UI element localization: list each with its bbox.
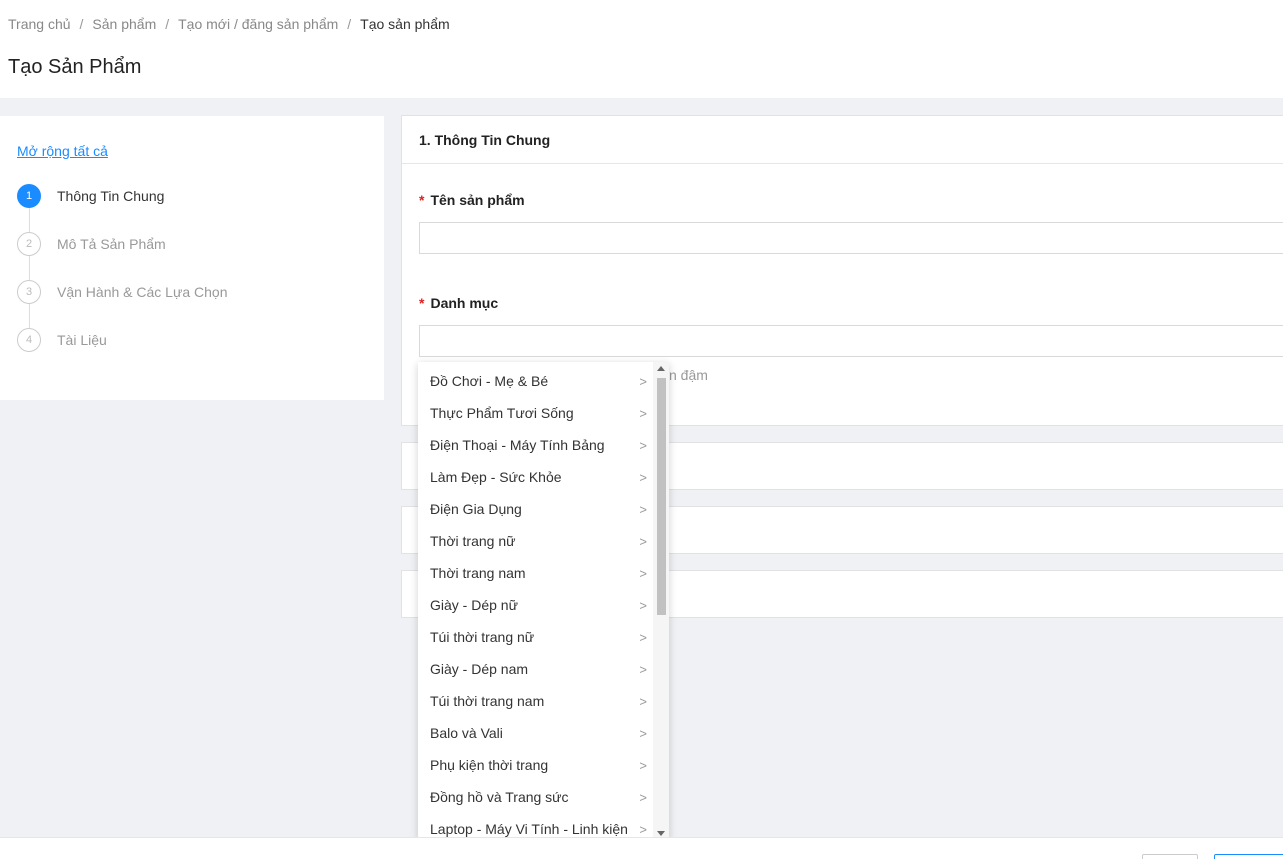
breadcrumb-separator: /	[347, 16, 352, 32]
required-mark: *	[419, 295, 425, 311]
category-input[interactable]	[419, 325, 1283, 357]
category-option[interactable]: Balo và Vali >	[418, 717, 653, 749]
chevron-right-icon: >	[639, 437, 647, 453]
footer-action-bar	[0, 837, 1283, 859]
step-label: Thông Tin Chung	[57, 188, 165, 204]
footer-primary-button[interactable]	[1214, 854, 1283, 859]
step-connector	[29, 256, 30, 280]
breadcrumb-separator: /	[165, 16, 170, 32]
category-option-label: Túi thời trang nam	[430, 693, 545, 709]
category-hint: n đậm	[669, 367, 708, 383]
chevron-right-icon: >	[639, 373, 647, 389]
category-option-label: Thực Phẩm Tươi Sống	[430, 405, 574, 421]
category-option[interactable]: Giày - Dép nam >	[418, 653, 653, 685]
category-option-label: Điện Gia Dụng	[430, 501, 522, 517]
breadcrumb-separator: /	[79, 16, 84, 32]
chevron-right-icon: >	[639, 629, 647, 645]
breadcrumb-home[interactable]: Trang chủ	[8, 16, 71, 32]
step-product-description[interactable]: 2 Mô Tả Sản Phẩm	[17, 232, 166, 256]
category-option[interactable]: Điện Thoại - Máy Tính Bảng >	[418, 429, 653, 461]
product-name-label: * Tên sản phẩm	[419, 192, 525, 208]
breadcrumb-products[interactable]: Sản phẩm	[92, 16, 156, 32]
category-option[interactable]: Thời trang nam >	[418, 557, 653, 589]
category-option[interactable]: Phụ kiện thời trang >	[418, 749, 653, 781]
category-option-label: Balo và Vali	[430, 725, 503, 741]
step-number-4: 4	[17, 328, 41, 352]
category-option[interactable]: Đồ Chơi - Mẹ & Bé >	[418, 365, 653, 397]
category-option[interactable]: Laptop - Máy Vi Tính - Linh kiện >	[418, 813, 653, 840]
chevron-right-icon: >	[639, 597, 647, 613]
scroll-down-arrow-icon[interactable]	[657, 831, 665, 836]
chevron-right-icon: >	[639, 789, 647, 805]
category-option-label: Thời trang nam	[430, 565, 526, 581]
scroll-up-arrow-icon[interactable]	[657, 366, 665, 371]
category-label-text: Danh mục	[430, 295, 499, 311]
chevron-right-icon: >	[639, 757, 647, 773]
dropdown-scrollbar[interactable]	[653, 362, 669, 840]
category-option[interactable]: Thực Phẩm Tươi Sống >	[418, 397, 653, 429]
category-option-label: Đồ Chơi - Mẹ & Bé	[430, 373, 549, 389]
step-number-1: 1	[17, 184, 41, 208]
category-option[interactable]: Túi thời trang nữ >	[418, 621, 653, 653]
category-option-label: Túi thời trang nữ	[430, 629, 535, 645]
chevron-right-icon: >	[639, 661, 647, 677]
chevron-right-icon: >	[639, 469, 647, 485]
expand-all-link[interactable]: Mở rộng tất cả	[17, 143, 108, 159]
chevron-right-icon: >	[639, 725, 647, 741]
scroll-thumb[interactable]	[657, 378, 666, 615]
step-connector	[29, 208, 30, 232]
step-label: Tài Liệu	[57, 332, 107, 348]
chevron-right-icon: >	[639, 565, 647, 581]
section-title[interactable]: 1. Thông Tin Chung	[402, 116, 1283, 164]
step-connector	[29, 304, 30, 328]
category-option-label: Làm Đẹp - Sức Khỏe	[430, 469, 562, 485]
category-option-label: Điện Thoại - Máy Tính Bảng	[430, 437, 605, 453]
chevron-right-icon: >	[639, 501, 647, 517]
page-title: Tạo Sản Phẩm	[8, 56, 142, 78]
step-label: Vận Hành & Các Lựa Chọn	[57, 284, 228, 300]
chevron-right-icon: >	[639, 821, 647, 837]
category-option[interactable]: Đồng hồ và Trang sức >	[418, 781, 653, 813]
category-label: * Danh mục	[419, 295, 498, 311]
breadcrumb-create-post[interactable]: Tạo mới / đăng sản phẩm	[178, 16, 338, 32]
category-option-label: Đồng hồ và Trang sức	[430, 789, 569, 805]
category-option-label: Giày - Dép nữ	[430, 597, 518, 613]
required-mark: *	[419, 192, 425, 208]
product-name-label-text: Tên sản phẩm	[430, 192, 525, 208]
category-option[interactable]: Giày - Dép nữ >	[418, 589, 653, 621]
breadcrumb-current: Tạo sản phẩm	[360, 16, 450, 32]
chevron-right-icon: >	[639, 405, 647, 421]
chevron-right-icon: >	[639, 693, 647, 709]
category-option[interactable]: Làm Đẹp - Sức Khỏe >	[418, 461, 653, 493]
category-option[interactable]: Thời trang nữ >	[418, 525, 653, 557]
category-option[interactable]: Túi thời trang nam >	[418, 685, 653, 717]
stepper-panel: Mở rộng tất cả 1 Thông Tin Chung 2 Mô Tả…	[0, 116, 384, 400]
footer-secondary-button[interactable]	[1142, 854, 1198, 859]
product-name-input[interactable]	[419, 222, 1283, 254]
step-number-3: 3	[17, 280, 41, 304]
category-option[interactable]: Điện Gia Dụng >	[418, 493, 653, 525]
category-option-label: Thời trang nữ	[430, 533, 516, 549]
step-documents[interactable]: 4 Tài Liệu	[17, 328, 107, 352]
category-option-label: Phụ kiện thời trang	[430, 757, 549, 773]
category-option-label: Giày - Dép nam	[430, 661, 529, 677]
step-operation-options[interactable]: 3 Vận Hành & Các Lựa Chọn	[17, 280, 227, 304]
category-dropdown: Đồ Chơi - Mẹ & Bé > Thực Phẩm Tươi Sống > Đi…	[418, 362, 669, 840]
chevron-right-icon: >	[639, 533, 647, 549]
step-label: Mô Tả Sản Phẩm	[57, 236, 166, 252]
category-option-label: Laptop - Máy Vi Tính - Linh kiện	[430, 821, 628, 837]
breadcrumb: Trang chủ / Sản phẩm / Tạo mới / đăng sả…	[8, 16, 450, 32]
step-general-info[interactable]: 1 Thông Tin Chung	[17, 184, 164, 208]
top-header: Trang chủ / Sản phẩm / Tạo mới / đăng sả…	[0, 0, 1283, 98]
step-number-2: 2	[17, 232, 41, 256]
